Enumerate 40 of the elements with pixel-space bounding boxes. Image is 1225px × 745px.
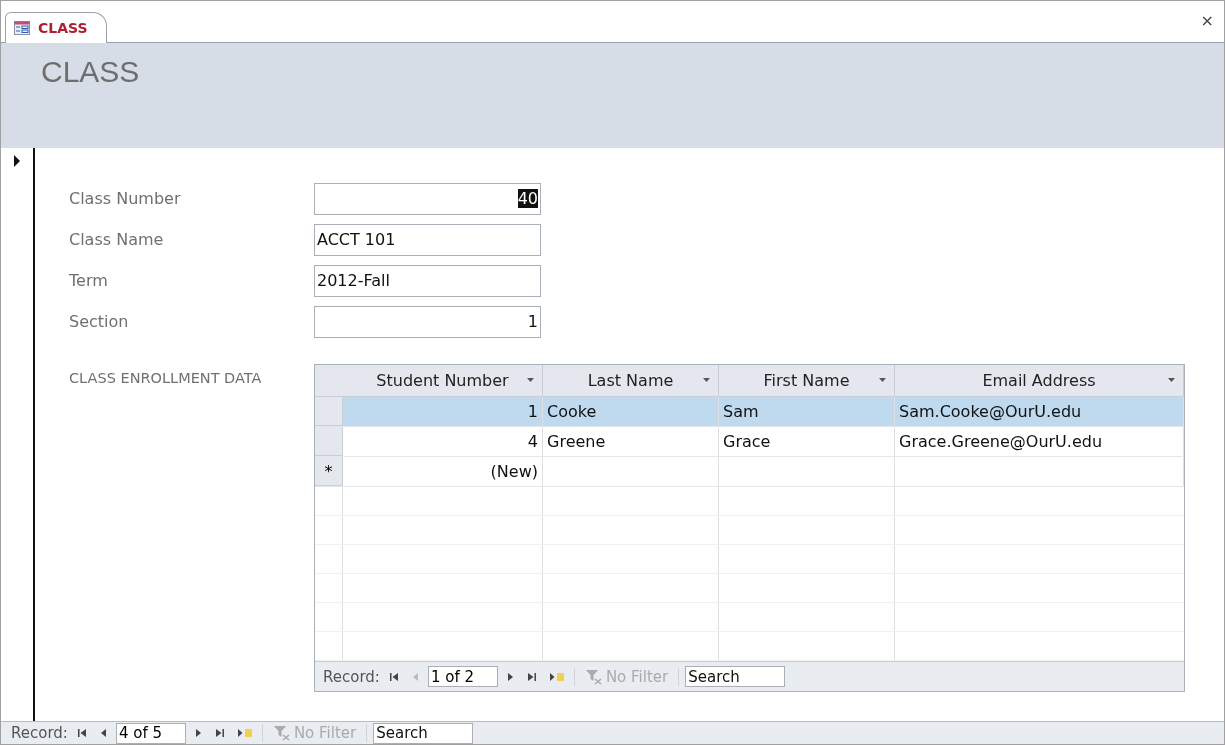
dropdown-arrow-icon[interactable] — [1168, 378, 1175, 382]
table-cell: 1 — [343, 397, 543, 426]
text-field[interactable]: 40 — [314, 182, 541, 215]
form-tab[interactable]: CLASS — [5, 12, 107, 43]
column-header[interactable]: Email Address — [895, 365, 1184, 396]
table-cell: Sam.Cooke@OurU.edu — [895, 397, 1184, 426]
dropdown-arrow-icon[interactable] — [879, 378, 886, 382]
record-selector-icon[interactable] — [13, 154, 21, 168]
new-row-marker: * — [315, 457, 343, 486]
field-label: Term — [69, 271, 109, 290]
form-title: CLASS — [41, 55, 141, 89]
search-field[interactable]: Search — [373, 722, 474, 744]
table-cell: 4 — [343, 427, 543, 456]
column-header[interactable]: First Name — [719, 365, 895, 396]
form-icon — [14, 21, 30, 35]
record-position-field[interactable]: 4 of 5 — [115, 722, 186, 744]
close-button[interactable]: × — [1200, 11, 1214, 30]
text-field[interactable]: 2012-Fall — [314, 264, 541, 297]
field-label: Section — [69, 312, 130, 331]
column-header[interactable]: Last Name — [543, 365, 719, 396]
column-header[interactable]: Student Number — [343, 365, 543, 396]
table-cell: Sam — [719, 397, 895, 426]
table-cell: Grace.Greene@OurU.edu — [895, 427, 1184, 456]
record-label: Record: — [11, 724, 68, 742]
funnel-icon — [584, 668, 603, 685]
subform-label: CLASS ENROLLMENT DATA — [69, 369, 263, 388]
search-field[interactable]: Search — [685, 666, 786, 687]
dropdown-arrow-icon[interactable] — [527, 378, 534, 382]
funnel-icon — [272, 725, 291, 741]
table-cell: Greene — [543, 427, 719, 456]
field-label: Class Name — [69, 230, 165, 249]
dropdown-arrow-icon[interactable] — [703, 378, 710, 382]
table-cell: (New) — [343, 457, 543, 486]
table-cell: Grace — [719, 427, 895, 456]
text-field[interactable]: 1 — [314, 305, 541, 338]
field-label: Class Number — [69, 189, 182, 208]
record-label: Record: — [323, 667, 380, 686]
record-position-field[interactable]: 1 of 2 — [427, 666, 498, 687]
table-cell: Cooke — [543, 397, 719, 426]
text-field[interactable]: ACCT 101 — [314, 223, 541, 256]
